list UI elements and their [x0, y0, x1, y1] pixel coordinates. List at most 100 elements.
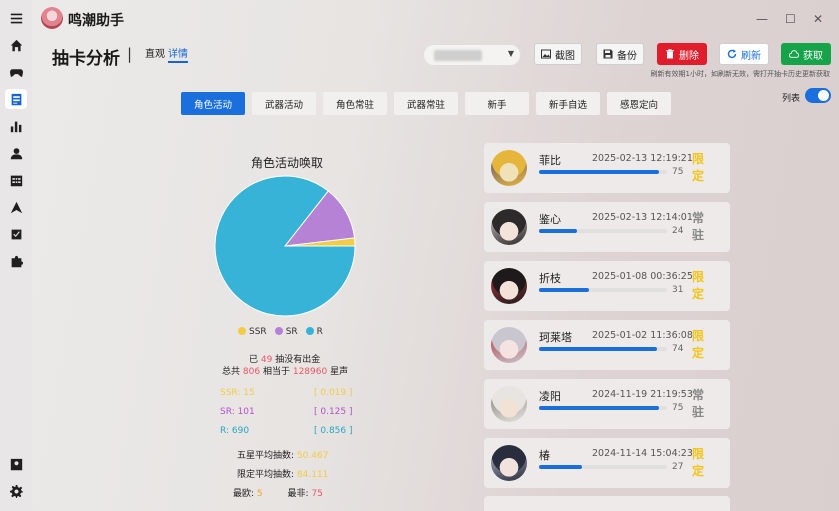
banner-type-label: 限 定 — [691, 329, 704, 360]
tab-overview[interactable]: 直观 — [145, 45, 165, 60]
banner-type-label: 限 定 — [691, 447, 704, 478]
refresh-button[interactable]: 刷新 — [719, 43, 769, 65]
character-avatar — [491, 150, 527, 186]
maximize-button[interactable]: ☐ — [785, 12, 796, 26]
unluckiest-label: 最非: — [287, 489, 309, 499]
pull-count: 24 — [672, 226, 684, 236]
character-avatar — [491, 386, 527, 422]
legend-label-r: R — [316, 327, 323, 337]
legend-item-ssr: SSR — [238, 327, 267, 337]
navigation-icon[interactable] — [8, 199, 24, 215]
character-avatar — [491, 268, 527, 304]
pull-count: 27 — [672, 462, 684, 472]
tab-weapon-event[interactable]: 武器活动 — [252, 92, 316, 115]
pull-count: 75 — [672, 167, 684, 177]
avg-limited-value: 84.111 — [296, 470, 329, 480]
pity-progress-fill — [539, 406, 659, 410]
menu-icon[interactable] — [8, 10, 24, 26]
avg-5star-value: 50.467 — [296, 451, 329, 461]
sidebar — [0, 0, 32, 511]
screenshot-label: 截图 — [555, 50, 575, 62]
tab-beginner-selector[interactable]: 新手自选 — [536, 92, 600, 115]
title-separator: | — [127, 45, 133, 63]
pity-progress — [539, 288, 667, 292]
pull-time: 2025-01-08 00:36:25 — [592, 271, 693, 282]
pity-progress-fill — [539, 229, 578, 233]
total-pulls: 806 — [242, 367, 261, 377]
gamepad-icon[interactable] — [8, 64, 24, 80]
fetch-button[interactable]: 获取 — [781, 43, 831, 65]
record-card[interactable]: 凌阳 2024-11-19 21:19:53 75 常 驻 — [484, 379, 730, 429]
trash-icon — [666, 49, 674, 59]
chevron-down-icon: ▼ — [507, 49, 514, 58]
record-card[interactable]: 椿 2024-11-14 15:04:23 27 限 定 — [484, 438, 730, 488]
banner-type-label: 限 定 — [691, 270, 704, 301]
chart-legend: SSR SR R — [238, 327, 323, 337]
avg-limited-line: 限定平均抽数: 84.111 — [237, 467, 328, 480]
gacha-analysis-icon[interactable] — [5, 89, 27, 109]
record-card[interactable]: 珂莱塔 2025-01-02 11:36:08 74 限 定 — [484, 320, 730, 370]
minimize-button[interactable]: — — [756, 12, 768, 26]
luckiest-value: 5 — [256, 489, 263, 499]
refresh-label: 刷新 — [741, 50, 761, 62]
tab-thanksgiving[interactable]: 感恩定向 — [607, 92, 671, 115]
record-card-partial[interactable] — [484, 496, 730, 511]
tab-weapon-standard[interactable]: 武器常驻 — [394, 92, 458, 115]
tab-character-standard[interactable]: 角色常驻 — [323, 92, 387, 115]
astrite-unit: 星声 — [330, 367, 349, 377]
calendar-icon[interactable] — [8, 172, 24, 188]
tab-details[interactable]: 详情 — [168, 45, 188, 63]
pity-progress — [539, 406, 667, 410]
record-card[interactable]: 折枝 2025-01-08 00:36:25 31 限 定 — [484, 261, 730, 311]
record-card[interactable]: 菲比 2025-02-13 12:19:21 75 限 定 — [484, 143, 730, 193]
character-name: 凌阳 — [539, 390, 561, 403]
screenshot-button[interactable]: 截图 — [534, 43, 582, 65]
settings-icon[interactable] — [8, 483, 24, 499]
person-icon[interactable] — [8, 145, 24, 161]
tab-character-event[interactable]: 角色活动 — [181, 92, 245, 115]
pity-progress-fill — [539, 288, 589, 292]
puzzle-icon[interactable] — [8, 253, 24, 269]
list-toggle[interactable] — [805, 88, 831, 103]
ssr-count: SSR: 15 — [220, 388, 255, 398]
equiv-label: 相当于 — [262, 367, 290, 377]
pity-progress — [539, 170, 667, 174]
avg-5star-line: 五星平均抽数: 50.467 — [237, 448, 328, 461]
r-rate: [ 0.856 ] — [314, 426, 353, 436]
ssr-rate: [ 0.019 ] — [314, 388, 353, 398]
luck-line: 最欧: 5 最非: 75 — [233, 486, 323, 499]
home-icon[interactable] — [8, 37, 24, 53]
pity-progress — [539, 347, 667, 351]
total-line: 总共 806 相当于 128960 星声 — [222, 364, 348, 377]
shield-check-icon[interactable] — [8, 226, 24, 242]
account-select[interactable]: ▼ — [423, 44, 521, 66]
character-name: 珂莱塔 — [539, 331, 572, 344]
pull-count: 31 — [672, 285, 684, 295]
refresh-hint: 刷新有效期1小时，如刷新无效，需打开抽卡历史更新获取 — [650, 70, 830, 78]
character-name: 折枝 — [539, 272, 561, 285]
avg-limited-label: 限定平均抽数: — [237, 470, 295, 480]
account-value-redacted — [434, 50, 482, 61]
close-button[interactable]: ✕ — [813, 12, 823, 26]
record-card[interactable]: 鉴心 2025-02-13 12:14:01 24 常 驻 — [484, 202, 730, 252]
character-name: 鉴心 — [539, 213, 561, 226]
pull-time: 2024-11-19 21:19:53 — [592, 389, 693, 400]
character-avatar — [491, 445, 527, 481]
chart-icon[interactable] — [8, 118, 24, 134]
cloud-icon — [789, 50, 799, 58]
backup-button[interactable]: 备份 — [596, 43, 644, 65]
unluckiest-value: 75 — [311, 489, 323, 499]
legend-label-ssr: SSR — [249, 327, 267, 337]
legend-item-r: R — [305, 327, 323, 337]
character-name: 椿 — [539, 449, 550, 462]
legend-item-sr: SR — [274, 327, 298, 337]
page-title: 抽卡分析 — [52, 49, 120, 69]
pity-progress — [539, 465, 667, 469]
delete-button[interactable]: 删除 — [657, 43, 707, 65]
sr-count: SR: 101 — [220, 407, 255, 417]
character-name: 菲比 — [539, 154, 561, 167]
app-title: 鸣潮助手 — [68, 13, 124, 29]
fetch-label: 获取 — [803, 50, 823, 62]
account-icon[interactable] — [8, 456, 24, 472]
tab-beginner[interactable]: 新手 — [465, 92, 529, 115]
